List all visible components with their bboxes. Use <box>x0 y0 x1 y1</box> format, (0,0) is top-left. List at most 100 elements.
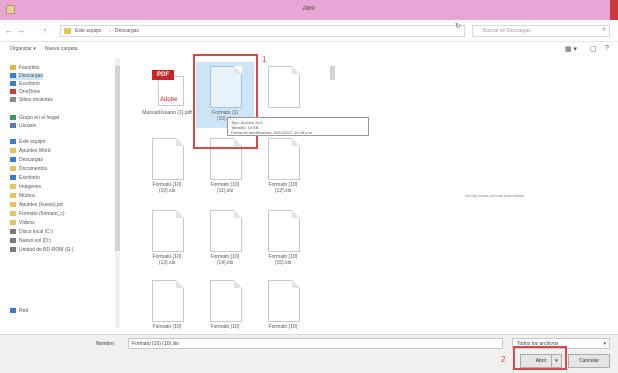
nav-item[interactable]: Apuntes (hueso).pd <box>10 202 63 209</box>
nav-item[interactable]: Descargas <box>10 157 43 164</box>
filename-input[interactable]: Formato (10) (10).xls <box>128 338 503 349</box>
command-bar: Organizar ▾ Nueva carpeta ▦ ▾ ▢ ? <box>0 42 618 57</box>
file-icon <box>268 66 300 108</box>
refresh-icon[interactable]: ↻ <box>455 22 461 30</box>
cancel-button[interactable]: Cancelar <box>568 354 610 368</box>
recent-icon <box>10 97 16 103</box>
star-icon <box>10 65 16 71</box>
file-name: Formato (10) <box>152 324 182 330</box>
nav-item[interactable]: Escritorio <box>10 81 40 88</box>
search-icon: ⌕ <box>602 26 606 33</box>
scrollbar-thumb[interactable] <box>330 66 335 80</box>
music-icon <box>10 193 16 199</box>
nav-item[interactable]: Formato (formato_c) <box>10 211 65 218</box>
file-item[interactable]: Formato (10) <box>138 276 196 342</box>
breadcrumb-this-pc[interactable]: Este equipo <box>75 28 101 34</box>
new-folder-button[interactable]: Nueva carpeta <box>45 46 78 52</box>
nav-item[interactable]: Grupo en el hogar <box>10 115 59 122</box>
pictures-icon <box>10 184 16 190</box>
window-title: Abrir <box>302 6 316 12</box>
file-item[interactable]: Formato (10) <box>254 276 312 342</box>
file-name: Formato (10) <box>268 324 298 330</box>
breadcrumb-downloads[interactable]: Descargas <box>115 28 139 34</box>
nav-item[interactable]: Favoritos <box>10 65 40 72</box>
nav-item[interactable]: Documentos <box>10 166 47 173</box>
nav-item[interactable]: Este equipo <box>10 139 45 146</box>
title-bar: Abrir <box>0 0 618 20</box>
network-icon <box>10 308 16 314</box>
nav-item[interactable]: OneDrive <box>10 89 40 96</box>
help-icon[interactable]: ? <box>605 45 609 52</box>
folder-icon <box>10 148 16 154</box>
nav-item[interactable]: Música <box>10 193 35 200</box>
file-item[interactable]: Formato (10) (12).xls <box>254 134 312 200</box>
tooltip-date: Fecha de modificación: 26/11/2017 19:45 … <box>231 130 313 135</box>
file-item[interactable]: Formato (10) (15).xls <box>254 206 312 272</box>
filename-label: Nombre: <box>96 341 116 347</box>
view-options-icon[interactable]: ▦ ▾ <box>565 45 577 53</box>
file-icon <box>268 210 300 252</box>
close-button[interactable] <box>610 0 618 20</box>
file-name: Formato (10) (15).xls <box>268 254 298 266</box>
videos-icon <box>10 220 16 226</box>
file-name: Formato (10) <box>210 324 240 330</box>
up-arrow-icon[interactable]: ↑ <box>40 26 50 36</box>
search-input[interactable]: Buscar en Descargas ⌕ <box>472 25 610 37</box>
download-folder-icon <box>64 28 71 34</box>
file-item[interactable]: Formato (10) (14).xls <box>196 206 254 272</box>
homegroup-icon <box>10 115 16 121</box>
breadcrumb-separator: › <box>109 28 111 34</box>
folder-icon <box>10 211 16 217</box>
search-placeholder: Buscar en Descargas <box>483 28 531 34</box>
preview-pane-icon[interactable]: ▢ <box>590 45 597 53</box>
drive-icon <box>10 238 16 244</box>
forward-arrow-icon[interactable]: → <box>16 26 26 36</box>
download-folder-icon <box>10 73 16 79</box>
nav-item[interactable]: Descargas <box>10 73 43 80</box>
file-icon <box>210 210 242 252</box>
organize-menu[interactable]: Organizar ▾ <box>10 46 36 52</box>
file-icon <box>152 280 184 322</box>
nav-item[interactable]: Unidad de BD-ROM (G:) <box>10 247 73 254</box>
file-icon <box>210 280 242 322</box>
navigation-pane: Favoritos Descargas Escritorio OneDrive … <box>0 58 125 338</box>
preview-message: No hay vistas previas disponibles. <box>464 193 526 198</box>
file-item[interactable]: Formato (10) (13).xls <box>138 206 196 272</box>
file-icon <box>152 138 184 180</box>
file-name: Formato (10) (10).xls <box>152 182 182 194</box>
annotation-box-2 <box>513 346 567 370</box>
download-folder-icon <box>10 157 16 163</box>
pdf-file-icon: Adobe <box>158 76 184 106</box>
nav-item[interactable]: Red <box>10 308 28 315</box>
annotation-number-2: 2 <box>501 355 506 364</box>
grid-scrollbar[interactable] <box>330 58 335 333</box>
file-icon <box>268 280 300 322</box>
scrollbar-thumb[interactable] <box>115 66 120 251</box>
file-name: Formato (10) (13).xls <box>152 254 182 266</box>
nav-item[interactable]: Nuevo vol (D:) <box>10 238 51 245</box>
file-item[interactable]: Formato (10) (10).xls <box>138 134 196 200</box>
nav-item[interactable]: Apuntes Word <box>10 148 51 155</box>
pdf-badge: PDF <box>152 70 174 80</box>
file-name: Formato (10) (14).xls <box>210 254 240 266</box>
address-field[interactable]: Este equipo › Descargas <box>60 25 465 37</box>
computer-icon <box>10 139 16 145</box>
back-arrow-icon[interactable]: ← <box>4 26 14 36</box>
nav-scrollbar[interactable] <box>115 58 120 328</box>
filename-value: Formato (10) (10).xls <box>132 341 179 347</box>
nav-item[interactable]: Usuario <box>10 123 36 130</box>
nav-item[interactable]: Vídeos <box>10 220 35 227</box>
annotation-number-1: 1 <box>262 55 267 64</box>
file-item[interactable]: Formato (10) <box>196 276 254 342</box>
chevron-down-icon: ▾ <box>603 341 606 347</box>
file-tooltip: Tipo: Archivo XLS Tamaño: 14 KB Fecha de… <box>227 117 369 136</box>
nav-item[interactable]: Imágenes <box>10 184 41 191</box>
user-icon <box>10 123 16 129</box>
file-name: ManualUsuario (1).pdf <box>142 110 192 116</box>
nav-item[interactable]: Sitios recientes <box>10 97 53 104</box>
folder-icon <box>10 202 16 208</box>
nav-item[interactable]: Disco local (C:) <box>10 229 53 236</box>
file-icon <box>268 138 300 180</box>
file-item[interactable]: Adobe PDF ManualUsuario (1).pdf <box>138 62 196 128</box>
nav-item[interactable]: Escritorio <box>10 175 40 182</box>
